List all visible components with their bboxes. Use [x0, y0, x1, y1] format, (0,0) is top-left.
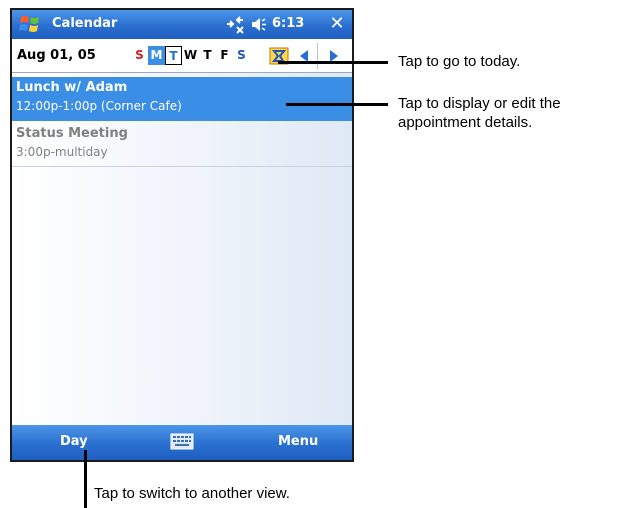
- speaker-icon[interactable]: [250, 16, 268, 33]
- callout-line-today: [278, 61, 388, 64]
- weekday-wednesday[interactable]: W: [182, 46, 199, 65]
- weekday-saturday[interactable]: S: [233, 46, 250, 65]
- weekday-thursday[interactable]: T: [199, 46, 216, 65]
- windows-start-icon[interactable]: [18, 14, 42, 35]
- callout-line-view: [84, 450, 87, 508]
- appointment-item-lunch[interactable]: Lunch w/ Adam 12:00p-1:00p (Corner Cafe): [12, 77, 352, 121]
- date-bar: Aug 01, 05 S M T W T F S: [12, 39, 352, 73]
- weekday-friday[interactable]: F: [216, 46, 233, 65]
- appointment-detail: 12:00p-1:00p (Corner Cafe): [16, 99, 182, 113]
- nav-divider: [317, 43, 318, 69]
- clock[interactable]: 6:13: [272, 16, 304, 31]
- pocket-pc-screen: Calendar 6:13 ✕ Aug 01, 05 S M T W T F S: [10, 8, 354, 462]
- callout-appointment-line1: Tap to display or edit the: [398, 95, 561, 112]
- weekday-tuesday[interactable]: T: [165, 46, 182, 65]
- callout-view: Tap to switch to another view.: [94, 485, 290, 502]
- appointment-detail: 3:00p-multiday: [16, 145, 108, 159]
- close-icon[interactable]: ✕: [325, 12, 349, 36]
- keyboard-icon[interactable]: [170, 433, 194, 450]
- appointment-item-status-meeting[interactable]: Status Meeting 3:00p-multiday: [12, 123, 352, 167]
- weekday-sunday[interactable]: S: [131, 46, 148, 65]
- callout-today: Tap to go to today.: [398, 53, 521, 70]
- week-day-selector: S M T W T F S: [131, 46, 250, 65]
- callout-appointment-line2: appointment details.: [398, 114, 533, 131]
- app-title: Calendar: [52, 16, 118, 31]
- connectivity-icon[interactable]: [224, 15, 246, 34]
- menu-bar: Day Menu: [12, 425, 352, 460]
- weekday-monday[interactable]: M: [148, 46, 165, 65]
- appointment-list: Lunch w/ Adam 12:00p-1:00p (Corner Cafe)…: [12, 73, 352, 425]
- callout-line-appointment: [286, 103, 388, 106]
- title-bar: Calendar 6:13 ✕: [12, 10, 352, 39]
- day-view-button[interactable]: Day: [60, 434, 88, 449]
- appointment-title: Status Meeting: [16, 126, 128, 141]
- menu-button[interactable]: Menu: [278, 434, 318, 449]
- appointment-title: Lunch w/ Adam: [16, 80, 128, 95]
- current-date[interactable]: Aug 01, 05: [17, 48, 96, 63]
